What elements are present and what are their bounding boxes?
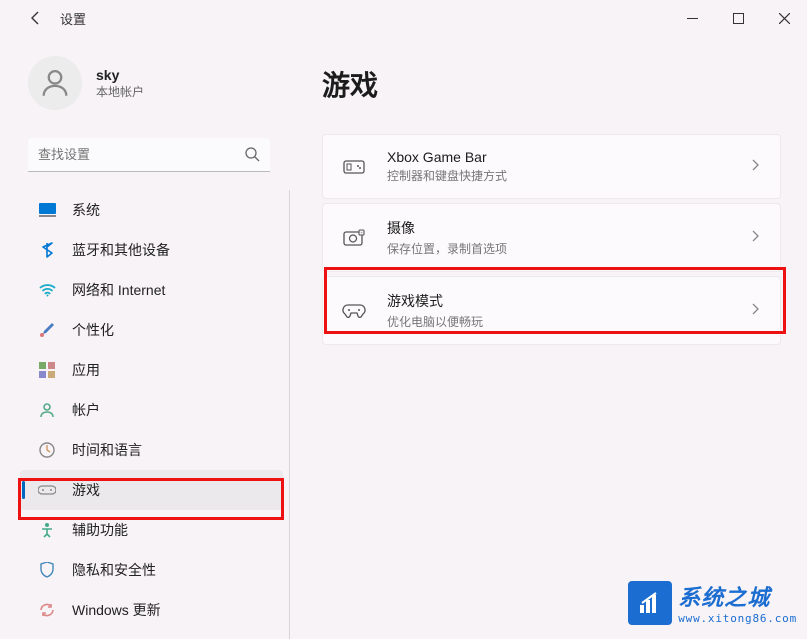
sidebar-item-label: 应用 — [72, 360, 100, 380]
card-captures[interactable]: + 摄像 保存位置，录制首选项 — [322, 203, 781, 272]
sidebar-item-label: 时间和语言 — [72, 440, 142, 460]
card-subtitle: 保存位置，录制首选项 — [387, 240, 752, 257]
back-button[interactable] — [24, 6, 48, 30]
card-xbox-game-bar[interactable]: Xbox Game Bar 控制器和键盘快捷方式 — [322, 134, 781, 199]
card-game-mode[interactable]: 游戏模式 优化电脑以便畅玩 — [322, 276, 781, 345]
watermark: 系统之城 www.xitong86.com — [628, 580, 797, 625]
close-icon — [779, 13, 790, 24]
controller-icon — [341, 298, 367, 324]
apps-icon — [38, 361, 56, 379]
sidebar-item-label: 游戏 — [72, 480, 100, 500]
sidebar-item-gaming[interactable]: 游戏 — [20, 470, 283, 510]
avatar — [28, 56, 82, 110]
search-icon — [244, 146, 260, 167]
sidebar-item-label: Windows 更新 — [72, 600, 161, 620]
card-subtitle: 控制器和键盘快捷方式 — [387, 167, 752, 184]
maximize-button[interactable] — [715, 2, 761, 34]
system-icon — [38, 201, 56, 219]
sidebar-item-accounts[interactable]: 帐户 — [20, 390, 289, 430]
accessibility-icon — [38, 521, 56, 539]
search-input[interactable] — [28, 138, 270, 172]
sidebar-item-accessibility[interactable]: 辅助功能 — [20, 510, 289, 550]
sidebar-item-privacy[interactable]: 隐私和安全性 — [20, 550, 289, 590]
shield-icon — [38, 561, 56, 579]
camera-icon: + — [341, 225, 367, 251]
user-subtitle: 本地帐户 — [96, 83, 144, 100]
sidebar-item-apps[interactable]: 应用 — [20, 350, 289, 390]
sidebar-item-windows-update[interactable]: Windows 更新 — [20, 590, 289, 630]
chevron-right-icon — [752, 229, 760, 247]
sidebar-item-time-language[interactable]: 时间和语言 — [20, 430, 289, 470]
app-title: 设置 — [60, 9, 86, 28]
chevron-right-icon — [752, 158, 760, 176]
clock-globe-icon — [38, 441, 56, 459]
sidebar-item-network[interactable]: 网络和 Internet — [20, 270, 289, 310]
card-subtitle: 优化电脑以便畅玩 — [387, 313, 752, 330]
sidebar-item-label: 帐户 — [72, 400, 100, 420]
minimize-icon — [687, 13, 698, 24]
chevron-right-icon — [752, 302, 760, 320]
gaming-icon — [38, 481, 56, 499]
brush-icon — [38, 321, 56, 339]
sidebar-item-system[interactable]: 系统 — [20, 190, 289, 230]
sidebar-item-label: 系统 — [72, 200, 100, 220]
maximize-icon — [733, 13, 744, 24]
user-block[interactable]: sky 本地帐户 — [20, 56, 290, 110]
sidebar-item-personalization[interactable]: 个性化 — [20, 310, 289, 350]
watermark-brand: 系统之城 — [678, 580, 797, 612]
bluetooth-icon — [38, 241, 56, 259]
update-icon — [38, 601, 56, 619]
user-name: sky — [96, 67, 144, 83]
game-bar-icon — [341, 154, 367, 180]
sidebar-item-label: 辅助功能 — [72, 520, 128, 540]
watermark-logo-icon — [628, 581, 672, 625]
sidebar-item-label: 个性化 — [72, 320, 114, 340]
page-title: 游戏 — [322, 64, 781, 104]
person-icon — [38, 66, 72, 100]
sidebar-item-label: 蓝牙和其他设备 — [72, 240, 170, 260]
sidebar-item-bluetooth[interactable]: 蓝牙和其他设备 — [20, 230, 289, 270]
card-title: 摄像 — [387, 218, 752, 238]
minimize-button[interactable] — [669, 2, 715, 34]
wifi-icon — [38, 281, 56, 299]
card-title: Xbox Game Bar — [387, 149, 752, 165]
watermark-url: www.xitong86.com — [678, 612, 797, 625]
arrow-left-icon — [28, 10, 44, 26]
account-icon — [38, 401, 56, 419]
sidebar-item-label: 隐私和安全性 — [72, 560, 156, 580]
close-button[interactable] — [761, 2, 807, 34]
sidebar-item-label: 网络和 Internet — [72, 280, 165, 300]
card-title: 游戏模式 — [387, 291, 752, 311]
